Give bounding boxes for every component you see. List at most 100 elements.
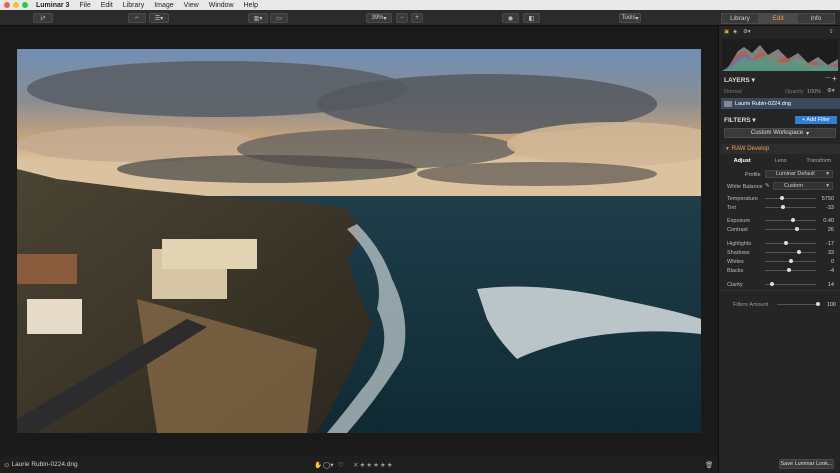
- settings-gear-icon[interactable]: ⚙▾: [743, 29, 751, 35]
- slider-knob[interactable]: [784, 241, 789, 245]
- slider-label: Temperature: [727, 195, 758, 202]
- slider-track[interactable]: [765, 241, 816, 245]
- raw-develop-header[interactable]: ▾ RAW Develop: [721, 144, 840, 154]
- zoom-select[interactable]: 39% ▾: [366, 13, 392, 23]
- history-button[interactable]: ☰▾: [149, 13, 169, 23]
- menu-file[interactable]: File: [79, 2, 90, 9]
- slider-label: Clarity: [727, 281, 743, 288]
- slider-track[interactable]: [765, 268, 816, 272]
- eyedropper-icon[interactable]: ✎: [765, 183, 770, 189]
- share-icon[interactable]: ⇪: [829, 29, 834, 35]
- raw-develop-subtabs: Adjust Lens Transform: [723, 157, 838, 166]
- subtab-adjust[interactable]: Adjust: [723, 157, 761, 166]
- mode-tabs: Library Edit Info: [721, 13, 835, 24]
- blend-mode-select[interactable]: Normal: [724, 89, 742, 95]
- slider-clarity[interactable]: Clarity 14: [727, 281, 834, 288]
- filters-title[interactable]: FILTERS ▾: [724, 116, 756, 124]
- menu-window[interactable]: Window: [209, 2, 234, 9]
- slider-knob[interactable]: [796, 250, 801, 254]
- layer-settings-icon[interactable]: ⚙▾: [827, 88, 835, 94]
- add-layer-icon[interactable]: +: [832, 74, 837, 83]
- opacity-value[interactable]: 100%: [807, 89, 821, 95]
- slider-shadows[interactable]: Shadows 33: [727, 249, 834, 256]
- minimize-window-icon[interactable]: [13, 2, 19, 8]
- layout-button[interactable]: ▥▾: [248, 13, 268, 23]
- slider-contrast[interactable]: Contrast 26: [727, 226, 834, 233]
- slider-tint[interactable]: Tint -33: [727, 204, 834, 211]
- menu-image[interactable]: Image: [154, 2, 173, 9]
- chevron-down-icon: ▾: [751, 77, 755, 84]
- slider-track[interactable]: [765, 196, 816, 200]
- chevron-down-icon: ▾: [752, 117, 756, 124]
- star-rating-icon[interactable]: ✕★★★★★: [353, 461, 394, 469]
- history-icon: ☰▾: [154, 15, 164, 22]
- slider-knob[interactable]: [787, 268, 792, 272]
- crop-button[interactable]: ⌐: [128, 13, 146, 23]
- filmstrip-button[interactable]: ▭: [270, 13, 288, 23]
- slider-knob[interactable]: [788, 259, 793, 263]
- chevron-down-icon: ▾: [726, 146, 729, 152]
- filters-amount-track[interactable]: [777, 302, 820, 306]
- zoom-in-button[interactable]: +: [411, 13, 423, 23]
- menu-help[interactable]: Help: [244, 2, 258, 9]
- slider-track[interactable]: [765, 205, 816, 209]
- menu-library[interactable]: Library: [123, 2, 144, 9]
- save-luminar-look-button[interactable]: Save Luminar Look...: [779, 459, 834, 469]
- layers-stack-icon[interactable]: ◈: [733, 29, 737, 35]
- edit-indicator-icon: ⊙: [4, 461, 10, 469]
- layer-row[interactable]: Laurie Rubin-0224.dng: [721, 98, 840, 109]
- filters-amount-knob[interactable]: [816, 302, 820, 306]
- slider-value: 33: [827, 249, 834, 256]
- hand-icon[interactable]: ✋: [314, 461, 322, 469]
- subtab-lens[interactable]: Lens: [761, 157, 799, 166]
- menu-view[interactable]: View: [184, 2, 199, 9]
- tools-button[interactable]: Tools ▾: [619, 13, 641, 23]
- zoom-value: 39%: [371, 15, 384, 21]
- trash-icon[interactable]: 🗑: [705, 461, 713, 469]
- layers-remove-icon[interactable]: —: [825, 75, 831, 81]
- white-balance-select[interactable]: Custom ▾: [773, 182, 833, 190]
- layer-name: Laurie Rubin-0224.dng: [735, 100, 791, 107]
- slider-whites[interactable]: Whites 0: [727, 258, 834, 265]
- profile-select[interactable]: Luminar Default ▾: [765, 170, 833, 178]
- layers-title[interactable]: LAYERS ▾: [724, 76, 755, 84]
- slider-knob[interactable]: [770, 282, 775, 286]
- histogram-icon[interactable]: ▣: [724, 29, 729, 35]
- slider-exposure[interactable]: Exposure 0.40: [727, 217, 834, 224]
- slider-track[interactable]: [765, 282, 816, 286]
- filters-amount-slider[interactable]: Filters Amount 100: [733, 301, 836, 308]
- export-button[interactable]: ⤓▾: [33, 13, 53, 23]
- tab-info[interactable]: Info: [797, 13, 835, 24]
- menu-edit[interactable]: Edit: [101, 2, 113, 9]
- menu-app-name[interactable]: Luminar 3: [36, 2, 69, 9]
- slider-label: Contrast: [727, 226, 748, 233]
- slider-highlights[interactable]: Highlights -17: [727, 240, 834, 247]
- add-filter-button[interactable]: + Add Filter: [795, 116, 837, 124]
- subtab-transform[interactable]: Transform: [800, 157, 838, 166]
- zoom-out-button[interactable]: −: [396, 13, 408, 23]
- favorite-heart-icon[interactable]: ♡: [338, 461, 344, 469]
- preview-eye-button[interactable]: ◉: [502, 13, 519, 23]
- slider-knob[interactable]: [780, 205, 785, 209]
- slider-track[interactable]: [765, 250, 816, 254]
- slider-knob[interactable]: [794, 227, 799, 231]
- slider-blacks[interactable]: Blacks -4: [727, 267, 834, 274]
- image-canvas[interactable]: [0, 26, 718, 456]
- compare-button[interactable]: ◧: [523, 13, 540, 23]
- slider-temperature[interactable]: Temperature 5750: [727, 195, 834, 202]
- tab-library[interactable]: Library: [721, 13, 759, 24]
- slider-track[interactable]: [765, 218, 816, 222]
- tools-label: Tools: [621, 15, 636, 21]
- label-color-icon[interactable]: ◯▾: [323, 461, 334, 469]
- slider-knob[interactable]: [779, 196, 784, 200]
- tab-edit[interactable]: Edit: [759, 13, 797, 24]
- workspace-select[interactable]: Custom Workspace ▾: [724, 128, 836, 138]
- slider-knob[interactable]: [791, 218, 796, 222]
- slider-value: -17: [826, 240, 834, 247]
- raw-develop-title: RAW Develop: [731, 146, 770, 152]
- compare-icon: ◧: [528, 15, 535, 22]
- slider-track[interactable]: [765, 227, 816, 231]
- zoom-window-icon[interactable]: [22, 2, 28, 8]
- slider-track[interactable]: [765, 259, 816, 263]
- close-window-icon[interactable]: [4, 2, 10, 8]
